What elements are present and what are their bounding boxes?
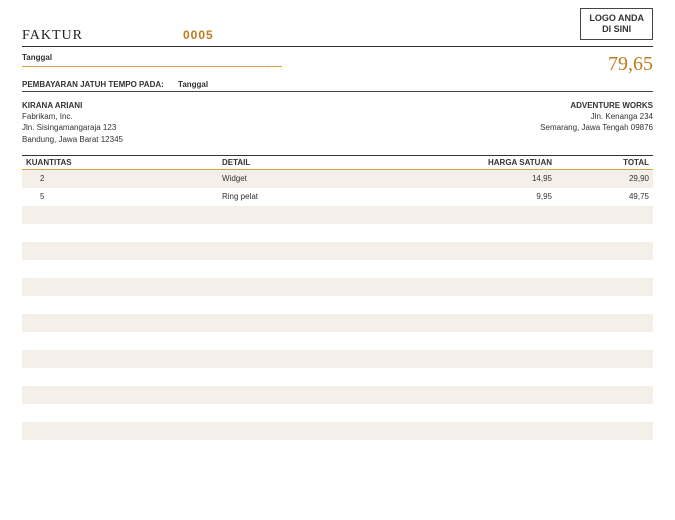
divider bbox=[22, 46, 653, 47]
due-label: PEMBAYARAN JATUH TEMPO PADA: bbox=[22, 80, 164, 89]
table-body: 2Widget14,9529,905Ring pelat9,9549,75 bbox=[22, 170, 653, 458]
title-row: FAKTUR 0005 bbox=[22, 28, 653, 44]
invoice-number: 0005 bbox=[183, 28, 214, 42]
table-row bbox=[22, 278, 653, 296]
table-row bbox=[22, 440, 653, 458]
table-row bbox=[22, 422, 653, 440]
due-value: Tanggal bbox=[178, 80, 208, 89]
cell-qty: 5 bbox=[22, 192, 222, 201]
divider bbox=[22, 91, 653, 92]
cell-detail: Ring pelat bbox=[222, 192, 442, 201]
cell-qty: 2 bbox=[22, 174, 222, 183]
table-row bbox=[22, 404, 653, 422]
to-city: Semarang, Jawa Tengah 09876 bbox=[540, 122, 653, 133]
to-party: ADVENTURE WORKS Jln. Kenanga 234 Semaran… bbox=[540, 100, 653, 145]
from-street: Jln. Sisingamangaraja 123 bbox=[22, 122, 123, 133]
table-row: 2Widget14,9529,90 bbox=[22, 170, 653, 188]
invoice-title: FAKTUR bbox=[22, 28, 83, 44]
table-row: 5Ring pelat9,9549,75 bbox=[22, 188, 653, 206]
from-party: KIRANA ARIANI Fabrikam, Inc. Jln. Sising… bbox=[22, 100, 123, 145]
date-underline bbox=[22, 66, 282, 67]
cell-price: 14,95 bbox=[442, 174, 552, 183]
to-name: ADVENTURE WORKS bbox=[540, 100, 653, 111]
table-header: KUANTITAS DETAIL HARGA SATUAN TOTAL bbox=[22, 156, 653, 169]
cell-detail: Widget bbox=[222, 174, 442, 183]
parties: KIRANA ARIANI Fabrikam, Inc. Jln. Sising… bbox=[22, 100, 653, 145]
table-row bbox=[22, 206, 653, 224]
logo-line2: DI SINI bbox=[589, 24, 644, 35]
to-street: Jln. Kenanga 234 bbox=[540, 111, 653, 122]
from-name: KIRANA ARIANI bbox=[22, 100, 123, 111]
logo-placeholder: LOGO ANDA DI SINI bbox=[580, 8, 653, 40]
grand-total: 79,65 bbox=[608, 53, 653, 76]
from-company: Fabrikam, Inc. bbox=[22, 111, 123, 122]
table-row bbox=[22, 350, 653, 368]
table-row bbox=[22, 368, 653, 386]
date-label: Tanggal bbox=[22, 53, 282, 62]
cell-total: 29,90 bbox=[552, 174, 653, 183]
col-qty-header: KUANTITAS bbox=[22, 158, 222, 167]
logo-line1: LOGO ANDA bbox=[589, 13, 644, 24]
due-row: PEMBAYARAN JATUH TEMPO PADA: Tanggal bbox=[22, 80, 653, 89]
col-total-header: TOTAL bbox=[552, 158, 653, 167]
table-row bbox=[22, 260, 653, 278]
table-row bbox=[22, 224, 653, 242]
col-price-header: HARGA SATUAN bbox=[442, 158, 552, 167]
table-row bbox=[22, 242, 653, 260]
from-city: Bandung, Jawa Barat 12345 bbox=[22, 134, 123, 145]
cell-price: 9,95 bbox=[442, 192, 552, 201]
date-row: Tanggal 79,65 bbox=[22, 53, 653, 76]
cell-total: 49,75 bbox=[552, 192, 653, 201]
table-row bbox=[22, 314, 653, 332]
table-row bbox=[22, 332, 653, 350]
line-items-table: KUANTITAS DETAIL HARGA SATUAN TOTAL 2Wid… bbox=[22, 155, 653, 458]
table-row bbox=[22, 386, 653, 404]
table-row bbox=[22, 296, 653, 314]
col-detail-header: DETAIL bbox=[222, 158, 442, 167]
